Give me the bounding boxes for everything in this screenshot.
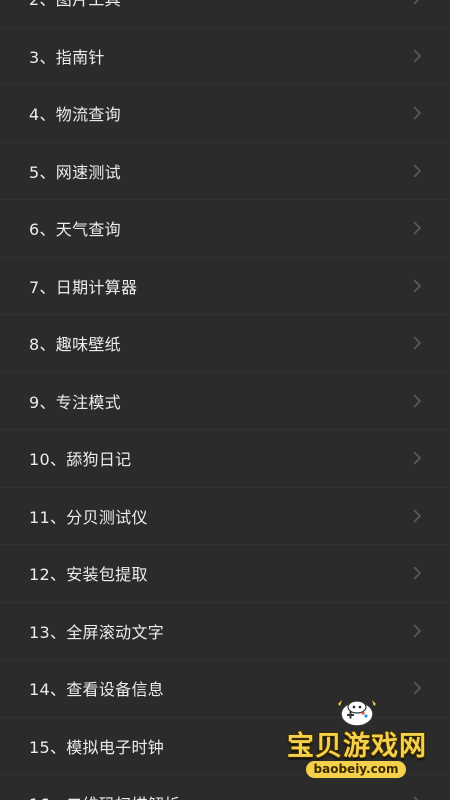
- list-item-7[interactable]: 7、日期计算器: [0, 258, 450, 315]
- list-item-label: 12、安装包提取: [29, 565, 148, 585]
- list-item-11[interactable]: 11、分贝测试仪: [0, 488, 450, 545]
- list-item-label: 3、指南针: [29, 47, 105, 67]
- chevron-right-icon: [410, 796, 424, 800]
- list-item-label: 7、日期计算器: [29, 277, 138, 297]
- watermark: 宝贝游戏网 baobeiy.com: [282, 696, 432, 786]
- chevron-right-icon: [410, 336, 424, 350]
- chevron-right-icon: [410, 221, 424, 235]
- list-item-label: 13、全屏滚动文字: [29, 622, 165, 642]
- list-item-label: 8、趣味壁纸: [29, 335, 121, 355]
- chevron-right-icon: [410, 0, 424, 5]
- list-item-10[interactable]: 10、舔狗日记: [0, 430, 450, 488]
- chevron-right-icon: [410, 566, 424, 580]
- list-item-6[interactable]: 6、天气查询: [0, 200, 450, 258]
- list-item-label: 6、天气查询: [29, 220, 121, 240]
- list-item-label: 16、二维码扫描解析: [29, 791, 410, 800]
- chevron-right-icon: [410, 164, 424, 178]
- chevron-right-icon: [410, 681, 424, 695]
- list-item-label: 5、网速测试: [29, 162, 121, 182]
- chevron-right-icon: [410, 451, 424, 465]
- list-item-13[interactable]: 13、全屏滚动文字: [0, 603, 450, 660]
- list-item-label: 2、图片工具: [29, 0, 410, 10]
- watermark-title: 宝贝游戏网: [287, 731, 427, 762]
- watermark-url: baobeiy.com: [306, 761, 406, 778]
- list-item-4[interactable]: 4、物流查询: [0, 85, 450, 143]
- chevron-right-icon: [410, 106, 424, 120]
- list-item-12[interactable]: 12、安装包提取: [0, 545, 450, 603]
- chevron-right-icon: [410, 509, 424, 523]
- list-item-label: 9、专注模式: [29, 392, 121, 412]
- chevron-right-icon: [410, 394, 424, 408]
- chevron-right-icon: [410, 49, 424, 63]
- list-item-8[interactable]: 8、趣味壁纸: [0, 315, 450, 373]
- list-item-9[interactable]: 9、专注模式: [0, 373, 450, 430]
- list-item-label: 11、分贝测试仪: [29, 507, 148, 527]
- chevron-right-icon: [410, 624, 424, 638]
- list-item-3[interactable]: 3、指南针: [0, 28, 450, 85]
- list-item-label: 10、舔狗日记: [29, 450, 132, 470]
- tools-list: 2、图片工具 3、指南针 4、物流查询 5、网速测试 6、天气查询 7、日期计算…: [0, 0, 450, 800]
- list-item-label: 4、物流查询: [29, 105, 121, 125]
- chevron-right-icon: [410, 279, 424, 293]
- list-item-2[interactable]: 2、图片工具: [0, 0, 450, 28]
- list-item-5[interactable]: 5、网速测试: [0, 143, 450, 200]
